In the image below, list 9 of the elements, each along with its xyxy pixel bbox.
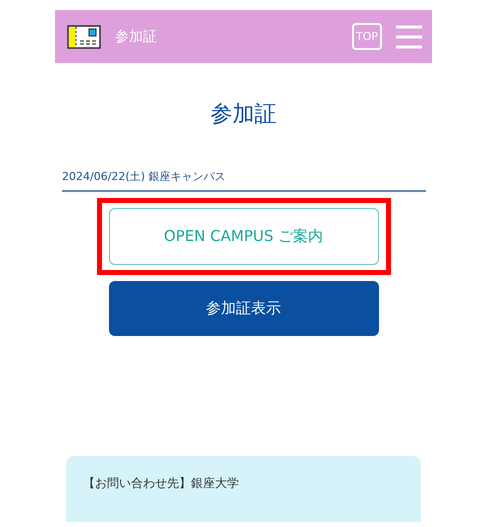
guide-button[interactable]: OPEN CAMPUS ご案内: [108, 208, 378, 265]
show-pass-button[interactable]: 参加証表示: [108, 281, 378, 336]
top-button[interactable]: TOP: [352, 23, 382, 50]
event-date-place: 2024/06/22(土) 銀座キャンパス: [62, 169, 426, 192]
header-title: 参加証: [115, 28, 158, 46]
contact-text: 【お問い合わせ先】銀座大学: [83, 476, 239, 490]
menu-icon[interactable]: [396, 24, 422, 50]
page-title: 参加証: [210, 101, 278, 129]
ticket-icon: [67, 24, 101, 48]
